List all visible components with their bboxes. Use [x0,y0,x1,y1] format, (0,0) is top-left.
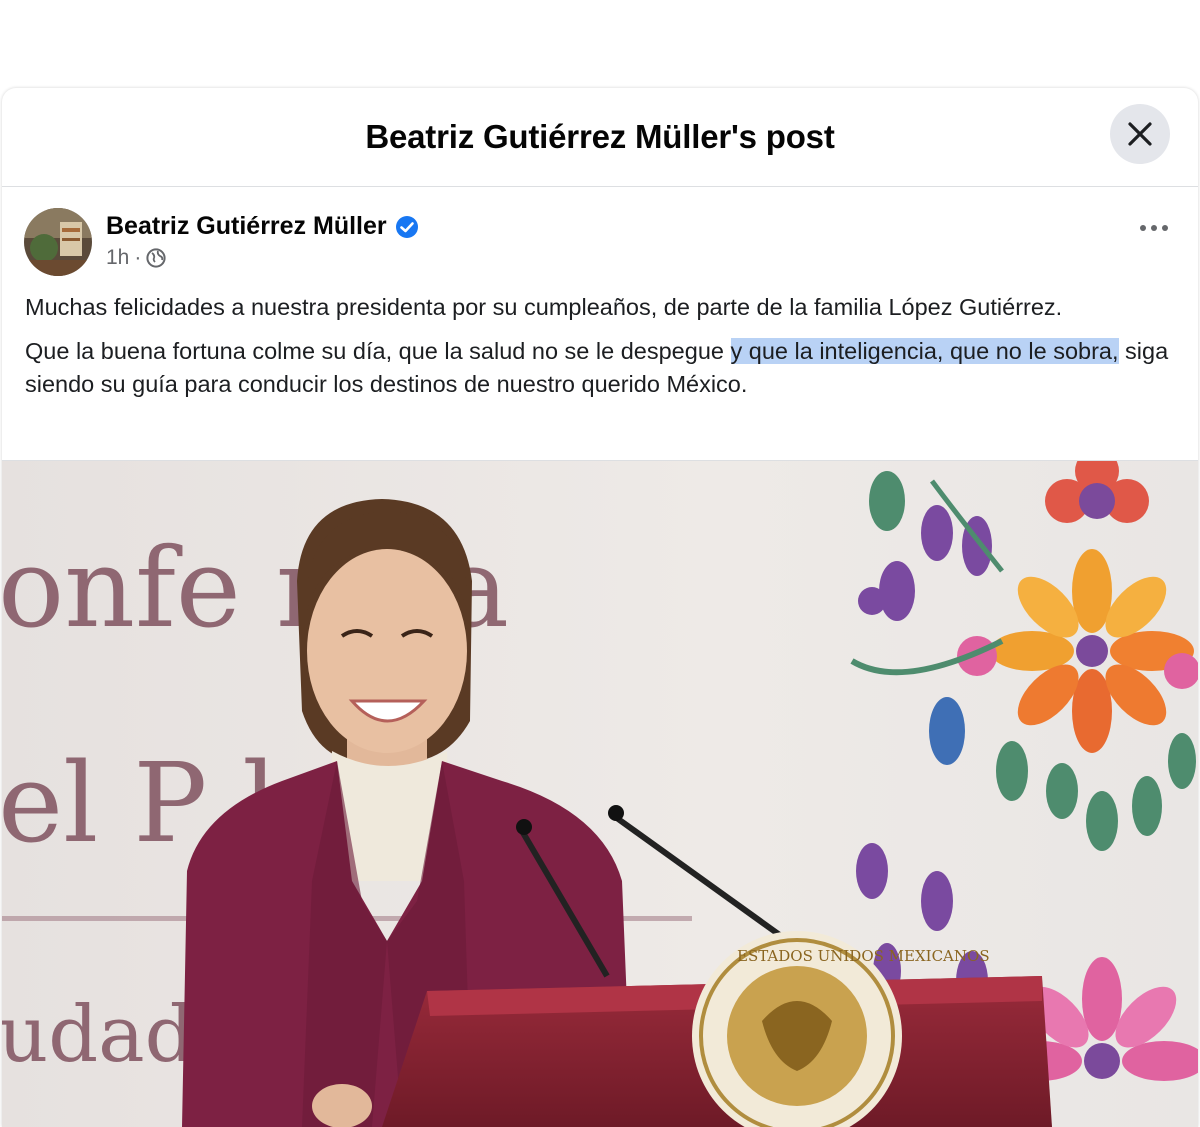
post-dialog: Beatriz Gutiérrez Müller's post Beatriz … [2,88,1198,1127]
dialog-title: Beatriz Gutiérrez Müller's post [365,118,835,155]
post-paragraph-2: Que la buena fortuna colme su día, que l… [25,335,1185,401]
paragraph-2-start: Que la buena fortuna colme su día, que l… [25,338,731,364]
backdrop-text-3: udad [2,990,195,1080]
post-body: Muchas felicidades a nuestra presidenta … [25,291,1185,412]
close-icon [1128,122,1152,146]
globe-icon [146,248,166,268]
close-button[interactable] [1110,104,1170,164]
post-time[interactable]: 1h [106,246,129,270]
post-header: Beatriz Gutiérrez Müller 1h · [24,208,1198,278]
highlighted-text: y que la inteligencia, que no le sobra, [730,338,1119,364]
author-name-label[interactable]: Beatriz Gutiérrez Müller [106,212,387,241]
post-photo[interactable]: onfe ncia el P lo udad ESTADOS UNIDOS ME… [2,461,1198,1127]
more-options-button[interactable] [1134,208,1174,248]
meta-separator: · [134,246,142,269]
seal-text: ESTADOS UNIDOS MEXICANOS [737,947,990,965]
author-name[interactable]: Beatriz Gutiérrez Müller [106,212,419,241]
post-paragraph-1: Muchas felicidades a nuestra presidenta … [25,294,1063,320]
more-options-icon [1140,225,1168,231]
verified-badge-icon [395,215,418,238]
post-meta: 1h · [106,246,166,270]
avatar[interactable] [24,208,92,276]
dialog-header: Beatriz Gutiérrez Müller's post [2,88,1198,187]
